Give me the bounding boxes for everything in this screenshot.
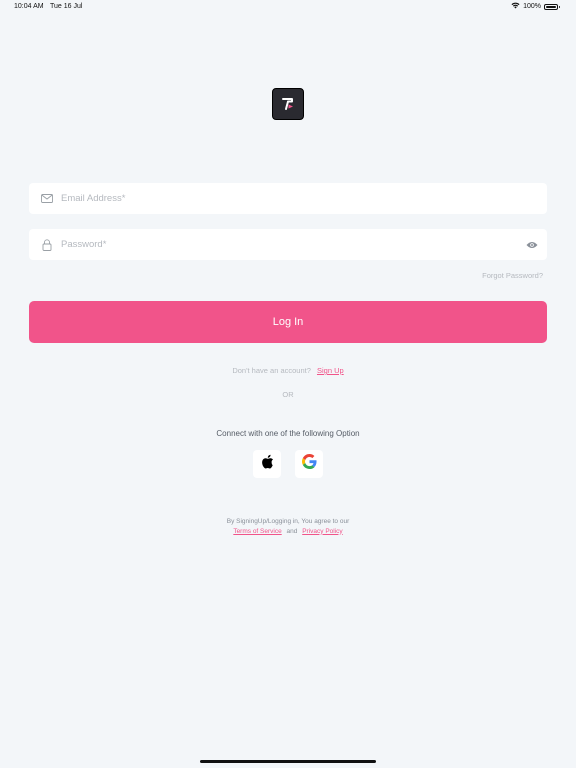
battery-icon: [544, 3, 560, 10]
app-logo: [272, 88, 304, 120]
legal-text: By SigningUp/Logging in, You agree to ou…: [0, 517, 576, 536]
lock-icon: [33, 238, 61, 251]
signup-row: Don't have an account? Sign Up: [0, 366, 576, 375]
status-date: Tue 16 Jul: [50, 3, 83, 10]
battery-percent: 100%: [523, 3, 541, 10]
legal-line: By SigningUp/Logging in, You agree to ou…: [226, 518, 350, 525]
password-field[interactable]: [29, 229, 547, 260]
mail-icon: [33, 194, 61, 203]
home-indicator: [200, 760, 376, 763]
status-right: 100%: [511, 2, 560, 11]
password-input[interactable]: [61, 239, 519, 250]
or-divider: OR: [282, 390, 294, 399]
apple-login-button[interactable]: [253, 450, 281, 478]
apple-icon: [261, 454, 274, 474]
email-input[interactable]: [61, 193, 547, 204]
terms-link[interactable]: Terms of Service: [233, 528, 281, 535]
signup-link[interactable]: Sign Up: [317, 366, 344, 375]
signup-prompt: Don't have an account?: [232, 366, 311, 375]
legal-and: and: [286, 527, 298, 535]
google-icon: [301, 454, 317, 474]
status-bar: 10:04 AM Tue 16 Jul 100%: [0, 0, 576, 14]
wifi-icon: [511, 2, 520, 11]
legal-links: Terms of Service and Privacy Policy: [0, 527, 576, 537]
eye-icon[interactable]: [519, 241, 545, 249]
status-time: 10:04 AM: [14, 3, 44, 10]
email-field[interactable]: [29, 183, 547, 214]
login-button[interactable]: Log In: [29, 301, 547, 343]
social-heading: Connect with one of the following Option: [216, 429, 360, 438]
forgot-password-link[interactable]: Forgot Password?: [482, 271, 543, 280]
privacy-link[interactable]: Privacy Policy: [302, 528, 342, 535]
google-login-button[interactable]: [295, 450, 323, 478]
